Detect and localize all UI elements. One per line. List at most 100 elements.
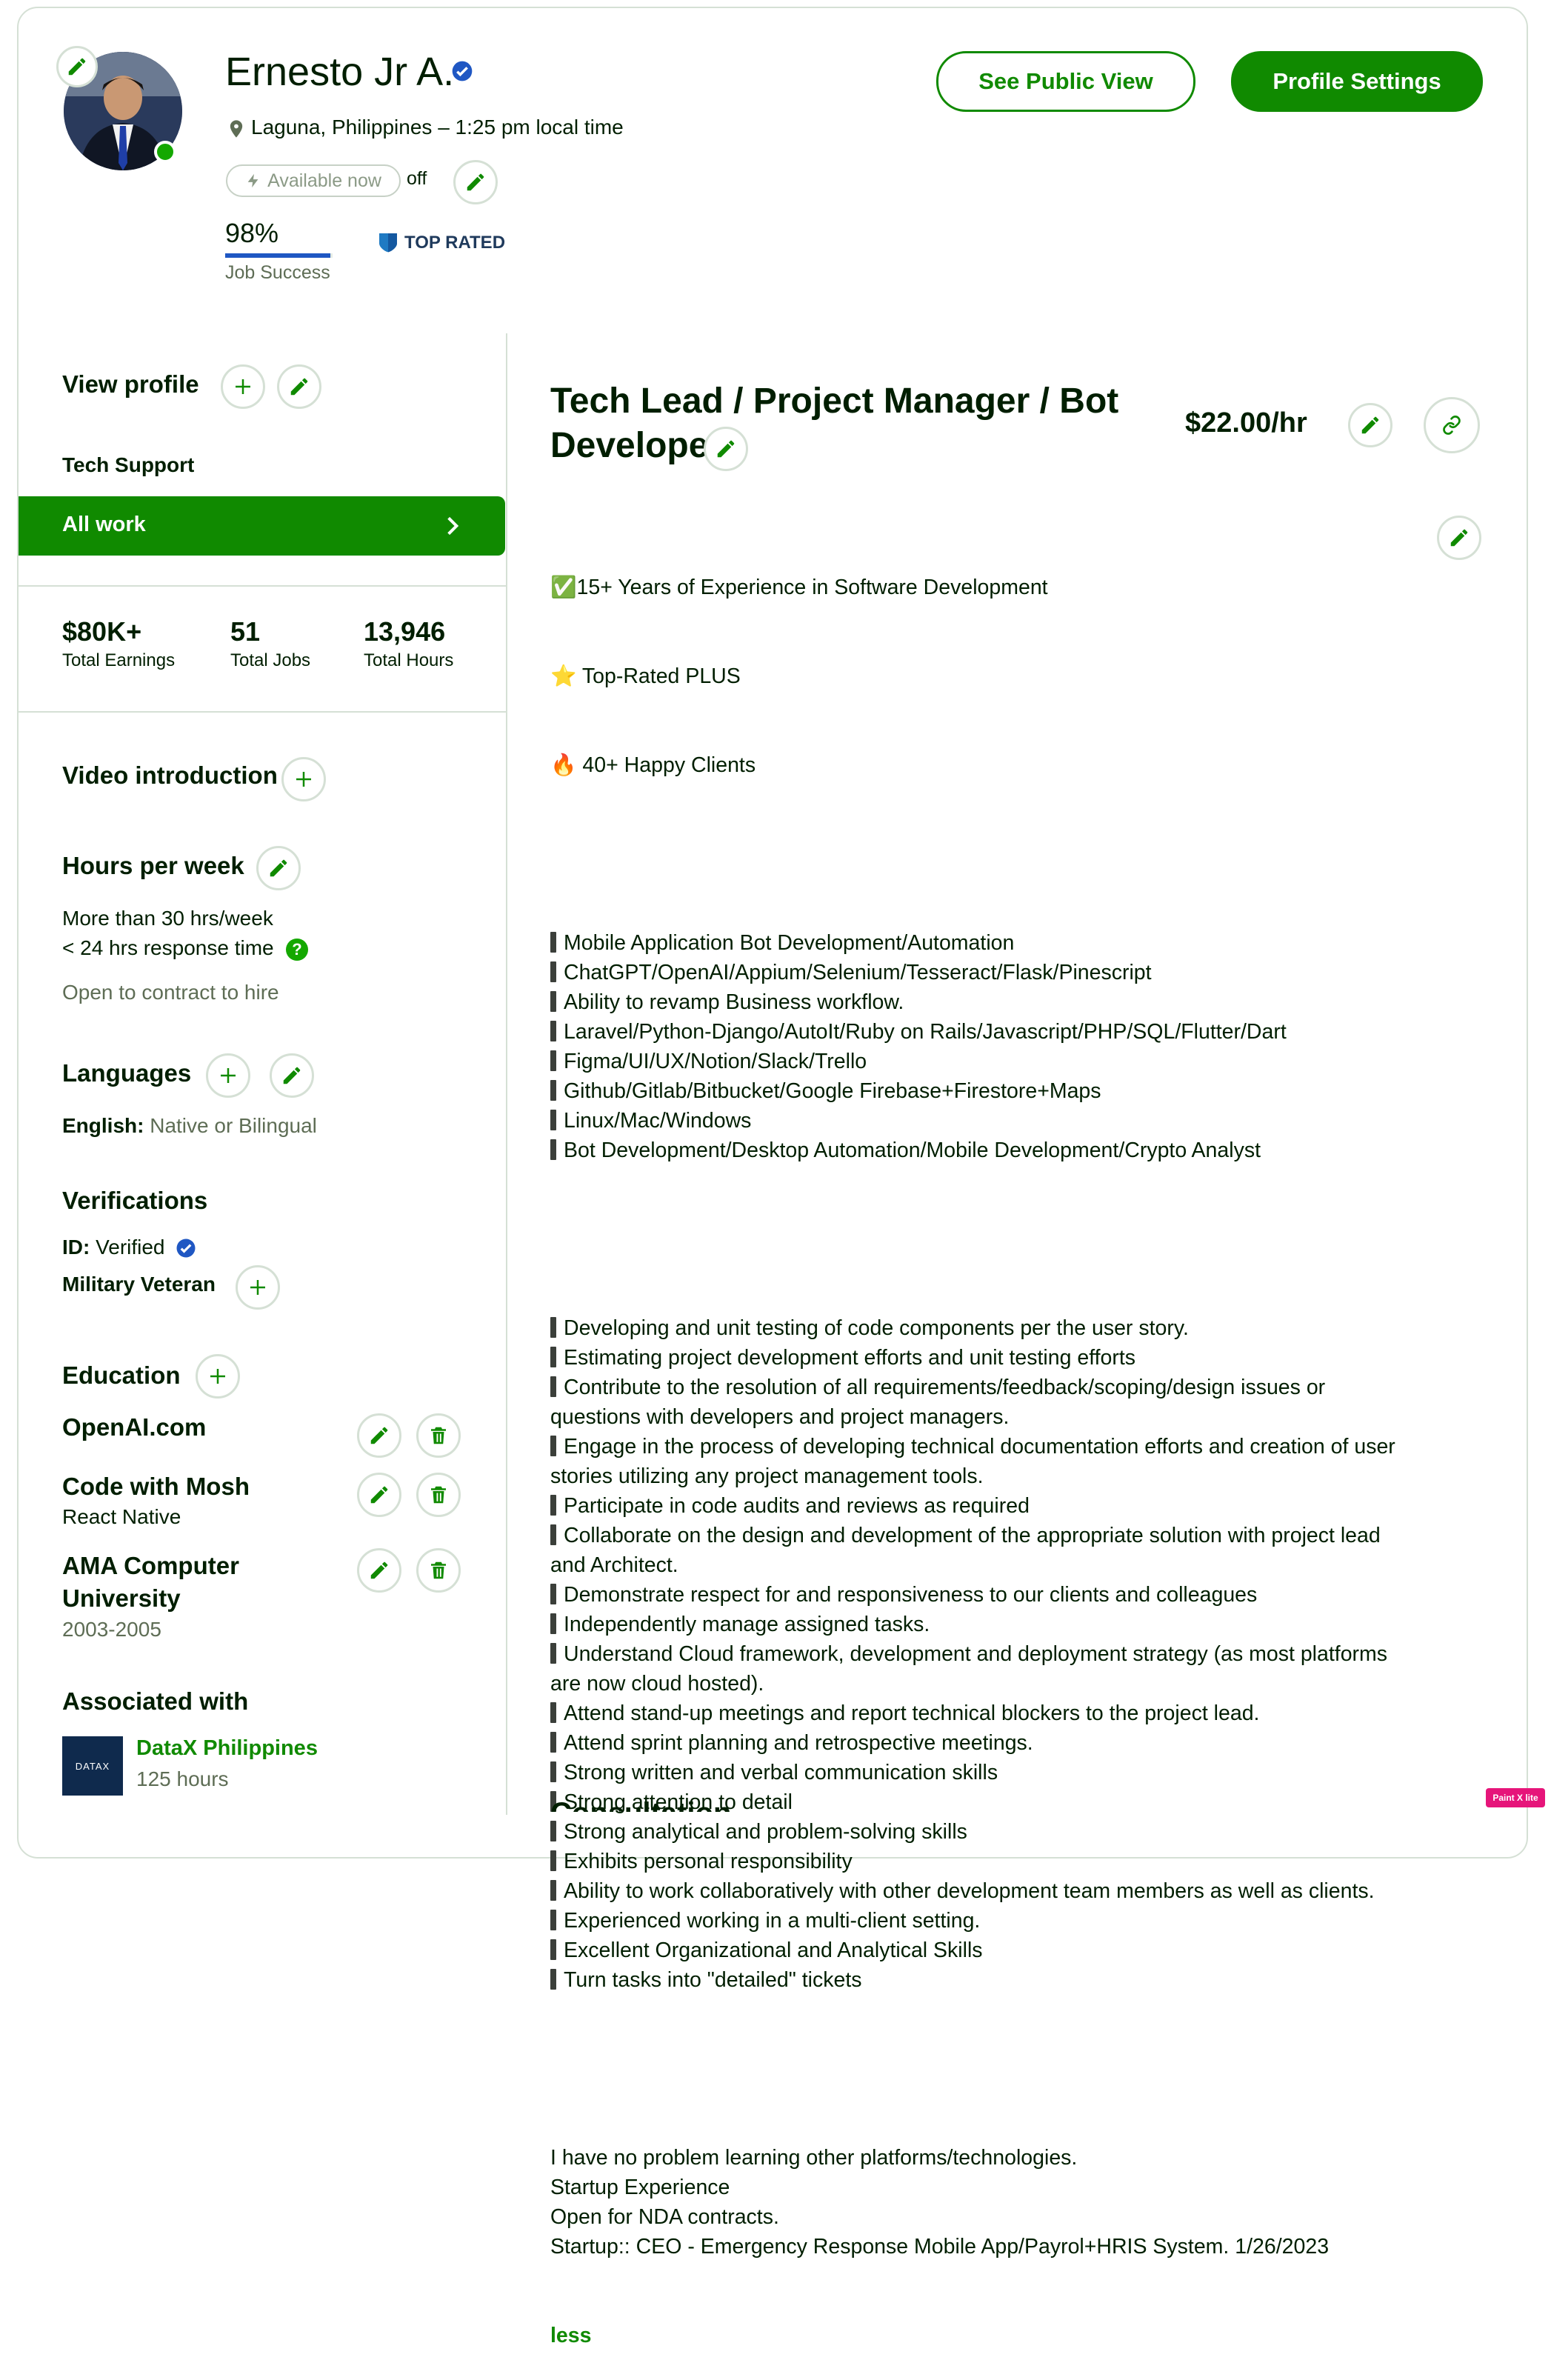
id-verification: ID: Verified	[62, 1236, 165, 1259]
education-detail: React Native	[62, 1505, 181, 1528]
education-school: AMA Computer University	[62, 1552, 239, 1612]
bullet-icon	[550, 1584, 556, 1604]
closing-line: I have no problem learning other platfor…	[550, 2143, 1417, 2173]
duty-item: Turn tasks into "detailed" tickets	[550, 1965, 1417, 1995]
agency-name-link[interactable]: DataX Philippines	[136, 1736, 318, 1761]
edit-availability-button[interactable]	[453, 160, 498, 204]
skill-item-text: Github/Gitlab/Bitbucket/Google Firebase+…	[564, 1079, 1101, 1103]
edit-rate-button[interactable]	[1348, 403, 1392, 447]
add-language-button[interactable]	[206, 1053, 250, 1098]
skill-item: Linux/Mac/Windows	[550, 1106, 1417, 1136]
bullet-icon	[550, 1021, 556, 1041]
chevron-right-icon	[447, 516, 459, 536]
bullet-icon	[550, 1732, 556, 1753]
duty-item: Exhibits personal responsibility	[550, 1847, 1417, 1876]
fire-icon: 🔥	[550, 753, 577, 777]
closing-list: I have no problem learning other platfor…	[550, 2143, 1417, 2261]
plus-icon	[232, 376, 254, 398]
duty-item-text: Attend sprint planning and retrospective…	[564, 1731, 1033, 1755]
pencil-icon	[66, 56, 88, 78]
stat-earnings-value: $80K+	[62, 616, 142, 647]
delete-education-button[interactable]	[416, 1548, 461, 1593]
closing-line-text: Open for NDA contracts.	[550, 2205, 779, 2229]
highlight-item: ⭐ Top-Rated PLUS	[550, 661, 1417, 691]
edit-education-button[interactable]	[357, 1548, 401, 1593]
verified-badge-icon	[450, 59, 474, 83]
add-video-button[interactable]	[281, 757, 326, 801]
agency-logo-text: DATAX	[75, 1760, 110, 1772]
job-success-bar	[225, 253, 333, 258]
agency-logo[interactable]: DATAX	[62, 1736, 123, 1796]
profile-overview: ✅15+ Years of Experience in Software Dev…	[550, 513, 1417, 2380]
plus-icon	[217, 1064, 239, 1087]
all-work-tab[interactable]: All work	[19, 496, 505, 556]
language-name: English:	[62, 1114, 144, 1137]
duty-item-text: Demonstrate respect for and responsivene…	[564, 1583, 1258, 1607]
delete-education-button[interactable]	[416, 1413, 461, 1458]
edit-avatar-button[interactable]	[56, 46, 98, 87]
online-status-dot	[154, 141, 176, 163]
add-specialized-profile-button[interactable]	[221, 364, 265, 409]
edit-language-button[interactable]	[270, 1053, 314, 1098]
delete-education-button[interactable]	[416, 1473, 461, 1517]
stat-hours-label: Total Hours	[364, 650, 454, 670]
skill-item-text: Linux/Mac/Windows	[564, 1109, 752, 1133]
availability-toggle[interactable]: Available now	[226, 164, 401, 197]
top-rated-label: TOP RATED	[404, 233, 506, 253]
location-pin-icon	[230, 120, 243, 138]
duty-item-text: Turn tasks into "detailed" tickets	[564, 1968, 862, 1992]
edit-education-button[interactable]	[357, 1413, 401, 1458]
pencil-icon	[368, 1424, 390, 1447]
add-military-button[interactable]	[236, 1265, 280, 1310]
id-value: Verified	[96, 1236, 165, 1259]
see-public-view-button[interactable]: See Public View	[936, 51, 1195, 112]
bullet-icon	[550, 1347, 556, 1367]
help-icon[interactable]: ?	[286, 939, 308, 961]
pencil-icon	[288, 376, 310, 398]
bullet-icon	[550, 1761, 556, 1782]
duty-item-text: Estimating project development efforts a…	[564, 1346, 1136, 1370]
video-intro-title: Video introduction	[62, 761, 278, 789]
duty-item: Developing and unit testing of code comp…	[550, 1313, 1417, 1343]
bullet-icon	[550, 1939, 556, 1960]
bullet-icon	[550, 1376, 556, 1397]
education-school: Code with Mosh	[62, 1473, 250, 1500]
skill-item-text: ChatGPT/OpenAI/Appium/Selenium/Tesseract…	[564, 961, 1152, 984]
copy-link-button[interactable]	[1424, 397, 1480, 453]
agency-hours: 125 hours	[136, 1767, 229, 1790]
duty-item: Engage in the process of developing tech…	[550, 1432, 1417, 1491]
duty-item: Strong analytical and problem-solving sk…	[550, 1817, 1417, 1847]
duty-item-text: Excellent Organizational and Analytical …	[564, 1939, 983, 1962]
section-divider	[17, 711, 506, 713]
profile-settings-button[interactable]: Profile Settings	[1231, 51, 1483, 112]
column-divider	[506, 333, 507, 1815]
plus-icon	[293, 768, 315, 790]
skill-item-text: Mobile Application Bot Development/Autom…	[564, 931, 1015, 955]
less-link[interactable]: less	[550, 2321, 1417, 2350]
watermark-text: Paint X lite	[1492, 1793, 1538, 1803]
trash-icon	[427, 1484, 450, 1506]
stat-hours-value: 13,946	[364, 616, 446, 647]
hours-value: More than 30 hrs/week	[62, 907, 273, 930]
skill-item-text: Bot Development/Desktop Automation/Mobil…	[564, 1139, 1261, 1162]
associated-title: Associated with	[62, 1687, 249, 1715]
add-education-button[interactable]	[196, 1354, 240, 1399]
bullet-icon	[550, 991, 556, 1012]
edit-overview-button[interactable]	[1437, 516, 1481, 560]
tech-support-tab[interactable]: Tech Support	[62, 453, 194, 477]
duty-item: Attend stand-up meetings and report tech…	[550, 1699, 1417, 1728]
checkmark-icon: ✅	[550, 576, 577, 599]
edit-hours-button[interactable]	[256, 846, 301, 890]
location-text: Laguna, Philippines – 1:25 pm local time	[251, 116, 624, 139]
edit-title-button[interactable]	[704, 427, 748, 471]
duty-item: Attend sprint planning and retrospective…	[550, 1728, 1417, 1758]
highlight-item: 🔥 40+ Happy Clients	[550, 750, 1417, 780]
bullet-icon	[550, 1643, 556, 1664]
skill-item: Laravel/Python-Django/AutoIt/Ruby on Rai…	[550, 1017, 1417, 1047]
bullet-icon	[550, 1050, 556, 1071]
bullet-icon	[550, 1317, 556, 1338]
duty-item: Understand Cloud framework, development …	[550, 1639, 1417, 1699]
edit-specialized-profile-button[interactable]	[277, 364, 321, 409]
edit-education-button[interactable]	[357, 1473, 401, 1517]
duty-item: Ability to work collaboratively with oth…	[550, 1876, 1417, 1906]
